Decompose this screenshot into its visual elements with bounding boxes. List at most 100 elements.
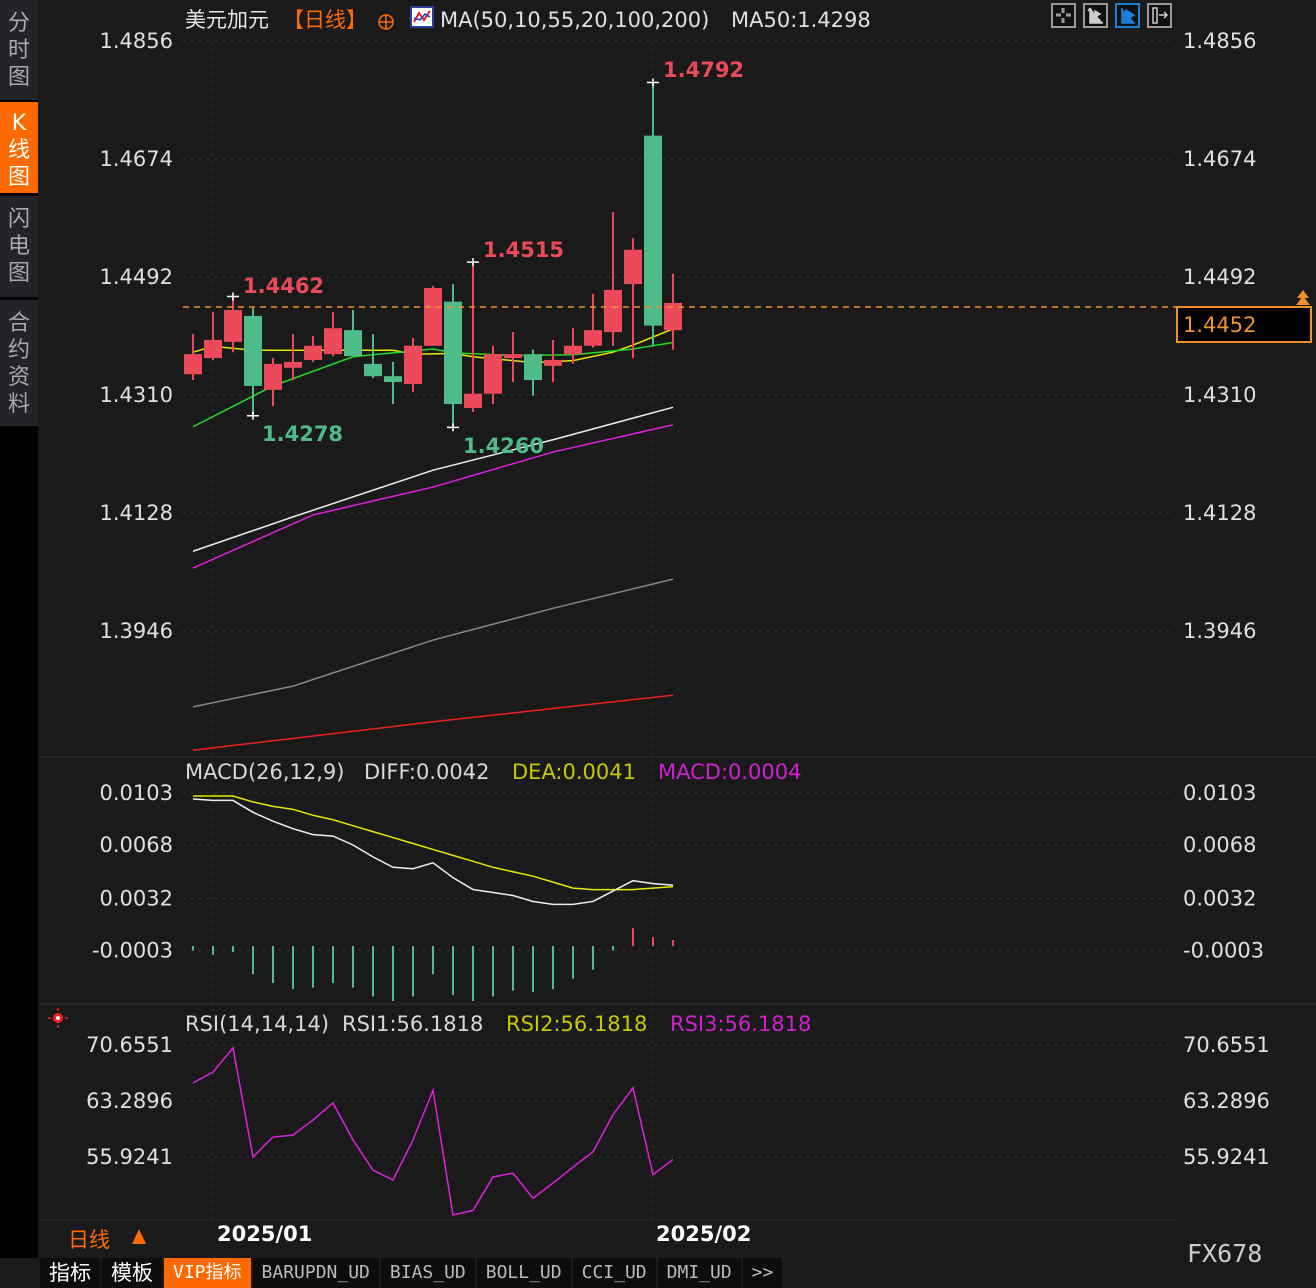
candles [184, 78, 682, 432]
range-icon[interactable] [1083, 3, 1108, 28]
add-indicator-icon[interactable] [378, 14, 394, 30]
candle [484, 345, 502, 405]
extreme-marker-icon [467, 258, 479, 267]
tab-indicators[interactable]: 指标 [40, 1258, 100, 1288]
rsi-line [192, 1046, 674, 1216]
date-label: 2025/01 [217, 1222, 312, 1246]
price-tick-label: 1.4674 [1183, 147, 1256, 171]
candle [424, 286, 442, 346]
watermark: FX678 [1187, 1239, 1262, 1268]
price-tick-label: 1.4128 [1183, 501, 1256, 525]
annotation-low: 1.4278 [262, 422, 343, 446]
macd-tick-label: 0.0068 [1183, 833, 1256, 857]
price-tick-label: 1.3946 [100, 619, 173, 643]
candle-body [604, 289, 622, 333]
rsi-tick-label: 70.6551 [1183, 1033, 1270, 1057]
candle [224, 296, 242, 353]
extreme-marker-icon [227, 292, 239, 301]
tab-templates[interactable]: 模板 [102, 1258, 162, 1288]
tab-barupdn[interactable]: BARUPDN_UD [252, 1258, 379, 1288]
indicator-settings-icon[interactable] [48, 1008, 68, 1028]
candle [584, 293, 602, 348]
ma50-value: MA50:1.4298 [731, 8, 871, 32]
candle [344, 310, 362, 357]
candle [404, 337, 422, 392]
tab-dmi[interactable]: DMI_UD [657, 1258, 741, 1288]
price-tick-label: 1.4856 [100, 29, 173, 53]
candle [544, 339, 562, 383]
macd-tick-label: 0.0032 [1183, 886, 1256, 910]
candle [264, 358, 282, 407]
macd-title: MACD(26,12,9) [185, 760, 345, 784]
scroll-right-icon[interactable] [1147, 3, 1172, 28]
price-tick-label: 1.4310 [1183, 383, 1256, 407]
grid [40, 40, 1316, 1220]
ma-indicator-icon[interactable] [410, 6, 434, 28]
bottom-indicator-tabs: 指标 模板 VIP指标 BARUPDN_UD BIAS_UD BOLL_UD C… [40, 1258, 784, 1288]
candle-body [484, 354, 502, 394]
candle-body [584, 330, 602, 346]
candle-body [544, 359, 562, 366]
candle-body [184, 354, 202, 375]
price-tick-label: 1.4128 [100, 501, 173, 525]
candle-body [464, 393, 482, 408]
ma-params: MA(50,10,55,20,100,200) [440, 8, 709, 32]
candle-body [224, 310, 242, 342]
candle [664, 273, 682, 350]
scroll-top-icon[interactable] [1296, 290, 1310, 305]
price-tick-label: 1.4310 [100, 383, 173, 407]
symbol-name: 美元加元 [185, 8, 269, 32]
price-tick-label: 1.4674 [100, 147, 173, 171]
macd-tick-label: 0.0068 [100, 833, 173, 857]
annotation-high: 1.4462 [243, 274, 324, 298]
tab-bias[interactable]: BIAS_UD [380, 1258, 475, 1288]
candle [184, 334, 202, 381]
candle-body [444, 301, 462, 405]
rsi2-value: RSI2:56.1818 [506, 1012, 647, 1036]
rsi-tick-label: 70.6551 [86, 1033, 173, 1057]
play-chart-icon[interactable] [1115, 3, 1140, 28]
kline-chart[interactable]: 美元加元 【日线】 MA(50,10,55,20,100,200) MA50:1… [0, 0, 1316, 1288]
candle-body [364, 363, 382, 377]
candle [464, 262, 482, 412]
macd-dea-value: DEA:0.0041 [512, 760, 636, 784]
macd-tick-label: 0.0103 [1183, 781, 1256, 805]
period-label[interactable]: 【日线】 [283, 8, 367, 32]
rsi1-value: RSI1:56.1818 [342, 1012, 483, 1036]
macd-diff-line [192, 798, 674, 906]
tab-cci[interactable]: CCI_UD [572, 1258, 656, 1288]
macd-axis: 0.0103 0.0103 0.0068 0.0068 0.0032 0.0032 -0.0… [92, 781, 1264, 962]
macd-tick-label: 0.0032 [100, 886, 173, 910]
ma-line [192, 578, 674, 708]
macd-tick-label: 0.0103 [100, 781, 173, 805]
macd-diff-value: DIFF:0.0042 [364, 760, 489, 784]
tab-boll[interactable]: BOLL_UD [476, 1258, 571, 1288]
macd-tick-label: -0.0003 [92, 938, 173, 962]
macd-tick-label: -0.0003 [1183, 938, 1264, 962]
extreme-marker-icon [447, 423, 459, 432]
macd-macd-value: MACD:0.0004 [658, 760, 802, 784]
extreme-marker-icon [247, 411, 259, 420]
candle-body [324, 328, 342, 355]
candle-body [284, 361, 302, 368]
date-label: 2025/02 [656, 1222, 751, 1246]
candle [504, 332, 522, 383]
annotation-low: 1.4260 [463, 434, 544, 458]
tab-vip-indicators[interactable]: VIP指标 [164, 1258, 251, 1288]
price-tick-label: 1.3946 [1183, 619, 1256, 643]
rsi-title: RSI(14,14,14) [185, 1012, 329, 1036]
crosshair-icon[interactable] [1051, 3, 1076, 28]
candle [524, 349, 542, 396]
price-tick-label: 1.4492 [1183, 265, 1256, 289]
price-tick-label: 1.4856 [1183, 29, 1256, 53]
price-tick-label: 1.4492 [100, 265, 173, 289]
tab-more[interactable]: >> [742, 1258, 783, 1288]
period-up-arrow-icon[interactable] [132, 1229, 146, 1244]
period-selector[interactable]: 日线 [68, 1228, 110, 1252]
candle [444, 284, 462, 428]
rsi3-value: RSI3:56.1818 [670, 1012, 811, 1036]
candle-body [424, 288, 442, 346]
rsi-tick-label: 63.2896 [86, 1089, 173, 1113]
candle-body [384, 376, 402, 383]
candle-body [204, 339, 222, 359]
